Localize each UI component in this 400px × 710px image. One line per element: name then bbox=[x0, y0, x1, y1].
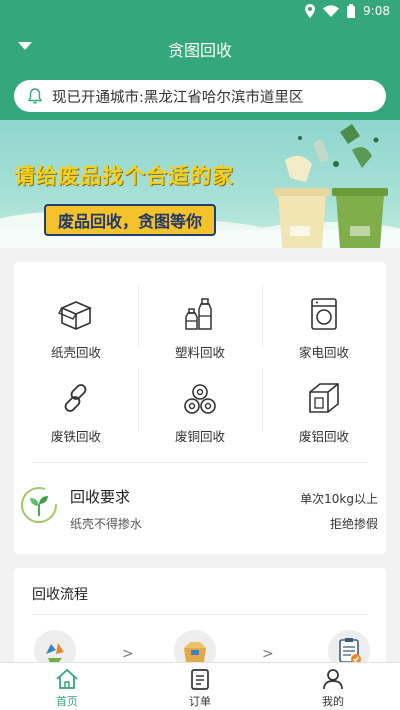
category-appliance[interactable]: 家电回收 bbox=[262, 282, 386, 366]
tab-label: 首页 bbox=[56, 695, 78, 708]
page-title: 贪图回收 bbox=[167, 41, 232, 60]
requirements-title: 回收要求 bbox=[70, 488, 131, 506]
copper-coil-icon bbox=[184, 384, 216, 414]
category-copper[interactable]: 废铜回收 bbox=[138, 366, 262, 450]
home-icon bbox=[56, 668, 78, 689]
city-notice-text: 现已开通城市:黑龙江省哈尔滨市道里区 bbox=[52, 89, 304, 106]
category-paper[interactable]: 纸壳回收 bbox=[14, 282, 138, 366]
bottles-icon bbox=[185, 298, 212, 330]
category-label: 废铜回收 bbox=[174, 429, 225, 444]
profile-icon bbox=[323, 669, 343, 690]
order-icon bbox=[191, 669, 209, 690]
category-plastic[interactable]: 塑料回收 bbox=[138, 282, 262, 366]
box-icon bbox=[58, 301, 93, 330]
banner-headline: 请给废品找个合适的家 bbox=[14, 164, 234, 188]
requirements-no-fraud: 拒绝掺假 bbox=[329, 517, 378, 531]
city-notice[interactable]: 现已开通城市:黑龙江省哈尔滨市道里区 bbox=[14, 80, 386, 112]
status-icons: 9:08 bbox=[305, 4, 390, 18]
category-iron[interactable]: 废铁回收 bbox=[14, 366, 138, 450]
washing-machine-icon bbox=[311, 298, 337, 330]
tab-label: 我的 bbox=[322, 695, 344, 708]
status-time: 9:08 bbox=[363, 4, 390, 18]
wifi-icon bbox=[323, 5, 340, 17]
bell-icon bbox=[27, 88, 43, 104]
tab-home[interactable]: 首页 bbox=[0, 663, 134, 710]
banner-subtag: 废品回收，贪图等你 bbox=[44, 204, 217, 236]
process-title: 回收流程 bbox=[32, 587, 88, 603]
category-label: 塑料回收 bbox=[174, 345, 225, 360]
category-label: 家电回收 bbox=[298, 345, 349, 360]
battery-icon bbox=[347, 4, 356, 18]
category-label: 废铝回收 bbox=[298, 429, 349, 444]
paper-bin-icon bbox=[274, 188, 330, 248]
location-icon bbox=[305, 4, 316, 18]
aluminum-profile-icon bbox=[309, 383, 339, 413]
seedling-recycle-icon bbox=[21, 487, 57, 523]
status-bar: 9:08 bbox=[0, 0, 400, 24]
app-bar: 贪图回收 bbox=[0, 24, 400, 72]
plastic-bin-icon bbox=[332, 188, 388, 248]
tab-profile[interactable]: 我的 bbox=[266, 663, 400, 710]
chevron-right-icon: > bbox=[262, 646, 274, 662]
promo-banner[interactable]: 请给废品找个合适的家 废品回收，贪图等你 bbox=[0, 120, 400, 248]
category-aluminum[interactable]: 废铝回收 bbox=[262, 366, 386, 450]
category-label: 纸壳回收 bbox=[50, 345, 101, 360]
category-label: 废铁回收 bbox=[50, 429, 101, 444]
carousel-dots bbox=[188, 236, 201, 240]
tab-label: 订单 bbox=[189, 695, 211, 708]
chevron-right-icon: > bbox=[122, 646, 134, 662]
chain-link-icon bbox=[64, 384, 87, 412]
tab-orders[interactable]: 订单 bbox=[133, 663, 267, 710]
requirements-min-weight: 单次10kg以上 bbox=[300, 492, 378, 506]
bottom-tab-bar: 首页 订单 我的 bbox=[0, 662, 400, 710]
requirements-subtitle: 纸壳不得掺水 bbox=[70, 517, 143, 531]
notice-area: 现已开通城市:黑龙江省哈尔滨市道里区 bbox=[0, 72, 400, 120]
recycle-categories-card: 纸壳回收 塑料回收 家电回收 废铁回收 废铜回收 废铝回收 回收要求 纸壳不得掺… bbox=[14, 262, 386, 554]
